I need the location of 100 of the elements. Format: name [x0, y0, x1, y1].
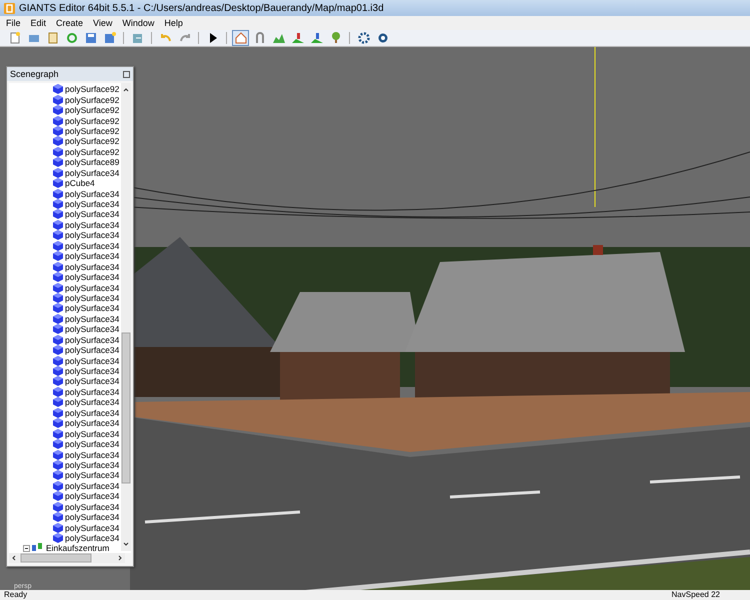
cube-icon: [53, 199, 63, 210]
cube-icon: [53, 188, 63, 199]
tree-item[interactable]: polySurface34: [65, 408, 120, 418]
cube-icon: [53, 439, 63, 450]
cube-icon: [53, 345, 63, 356]
paint-terrain-icon: [292, 32, 304, 44]
tree-item[interactable]: polySurface34: [65, 292, 120, 303]
tree-item[interactable]: Einkaufszentrum: [46, 543, 110, 553]
tree-item[interactable]: polySurface34: [65, 533, 120, 544]
vertical-scrollbar[interactable]: [121, 83, 131, 551]
cube-icon: [53, 408, 63, 418]
tree-item[interactable]: polySurface34: [65, 376, 120, 386]
tree-item[interactable]: polySurface34: [65, 345, 120, 356]
status-text: NavSpeed 22: [672, 590, 720, 600]
cube-icon: [53, 178, 63, 188]
tree-item[interactable]: polySurface89: [65, 157, 120, 168]
cube-icon: [53, 116, 63, 126]
tree-item[interactable]: polySurface34: [65, 251, 120, 262]
save-as-icon: [104, 32, 116, 44]
tree-item[interactable]: polySurface34: [65, 491, 120, 502]
cube-icon: [53, 220, 63, 230]
house-button[interactable]: [232, 30, 249, 46]
tree-item[interactable]: polySurface34: [65, 512, 120, 522]
tree-item[interactable]: polySurface92: [65, 105, 120, 116]
tree-item[interactable]: pCube4: [65, 178, 95, 188]
tree-item[interactable]: polySurface34: [65, 418, 120, 428]
cube-icon: [53, 303, 63, 314]
tree-item[interactable]: polySurface34: [65, 188, 120, 199]
cube-icon: [53, 356, 63, 366]
tree-item[interactable]: polySurface92: [65, 136, 120, 146]
cube-icon: [53, 240, 63, 251]
tree-item[interactable]: polySurface92: [65, 116, 120, 126]
tree-item[interactable]: polySurface34: [65, 230, 120, 240]
cube-icon: [53, 230, 63, 240]
tree-item[interactable]: polySurface34: [65, 386, 120, 397]
menu-item[interactable]: View: [93, 18, 112, 28]
cube-icon: [53, 126, 63, 136]
tree-item[interactable]: polySurface92: [65, 126, 120, 136]
tree-item[interactable]: polySurface34: [65, 334, 120, 345]
tree-item[interactable]: polySurface34: [65, 460, 120, 470]
cube-icon: [53, 386, 63, 397]
edit-file-icon: [46, 32, 58, 44]
tree-item[interactable]: polySurface34: [65, 209, 120, 220]
panel-title: Scenegraph: [10, 69, 59, 79]
export-icon: [132, 32, 144, 44]
tree-item[interactable]: polySurface34: [65, 314, 120, 324]
tree-item[interactable]: polySurface92: [65, 146, 120, 157]
float-button[interactable]: [123, 70, 130, 78]
tree-item[interactable]: polySurface34: [65, 303, 120, 314]
tree-item[interactable]: polySurface92: [65, 84, 120, 94]
cube-icon: [53, 376, 63, 386]
tree-item[interactable]: polySurface34: [65, 282, 120, 293]
tree-item[interactable]: polySurface34: [65, 262, 120, 272]
tree-item[interactable]: polySurface34: [65, 470, 120, 480]
window-title: GIANTS Editor 64bit 5.5.1 - C:/Users/andreas/Desktop/Bauerandy/Map/map01.i3d: [19, 2, 384, 14]
tree-item[interactable]: polySurface34: [65, 428, 120, 439]
cube-icon: [53, 146, 63, 157]
tree-item[interactable]: polySurface34: [65, 450, 120, 460]
tree-item[interactable]: polySurface34: [65, 168, 120, 178]
new-file-icon: [8, 32, 20, 44]
tree-item[interactable]: polySurface34: [65, 522, 120, 533]
cube-icon: [53, 262, 63, 272]
save-icon: [84, 32, 96, 44]
tree-item[interactable]: polySurface34: [65, 439, 120, 450]
cube-icon: [53, 533, 63, 544]
cube-icon: [53, 157, 63, 168]
cube-icon: [53, 292, 63, 303]
cube-icon: [53, 324, 63, 334]
cube-icon: [53, 480, 63, 491]
cube-icon: [53, 94, 63, 105]
tree-item[interactable]: polySurface34: [65, 324, 120, 334]
menu-item[interactable]: Create: [56, 18, 84, 28]
menu-item[interactable]: Edit: [30, 18, 46, 28]
tree-item[interactable]: polySurface92: [65, 94, 120, 105]
tree-item[interactable]: polySurface34: [65, 502, 120, 512]
magnet-icon: [254, 32, 266, 44]
cube-icon: [53, 397, 63, 408]
tree-item[interactable]: polySurface34: [65, 397, 120, 408]
menu-item[interactable]: Window: [122, 18, 154, 28]
cube-icon: [53, 314, 63, 324]
transform-group-icon: [32, 543, 44, 553]
cube-icon: [53, 168, 63, 178]
cube-icon: [53, 282, 63, 293]
open-folder-icon: [28, 32, 40, 44]
cube-icon: [53, 428, 63, 439]
tree-item[interactable]: polySurface34: [65, 366, 120, 376]
tree-item[interactable]: polySurface34: [65, 220, 120, 230]
tree-icon: [330, 32, 342, 44]
tree-item[interactable]: polySurface34: [65, 356, 120, 366]
tree-item[interactable]: polySurface34: [65, 272, 120, 282]
tree-item[interactable]: polySurface34: [65, 199, 120, 210]
menu-item[interactable]: File: [6, 18, 21, 28]
tree-item[interactable]: polySurface34: [65, 480, 120, 491]
cube-icon: [53, 251, 63, 262]
cube-icon: [53, 272, 63, 282]
horizontal-scrollbar[interactable]: [9, 553, 125, 563]
cube-icon: [53, 522, 63, 533]
cube-icon: [53, 418, 63, 428]
menu-item[interactable]: Help: [164, 18, 183, 28]
tree-item[interactable]: polySurface34: [65, 240, 120, 251]
